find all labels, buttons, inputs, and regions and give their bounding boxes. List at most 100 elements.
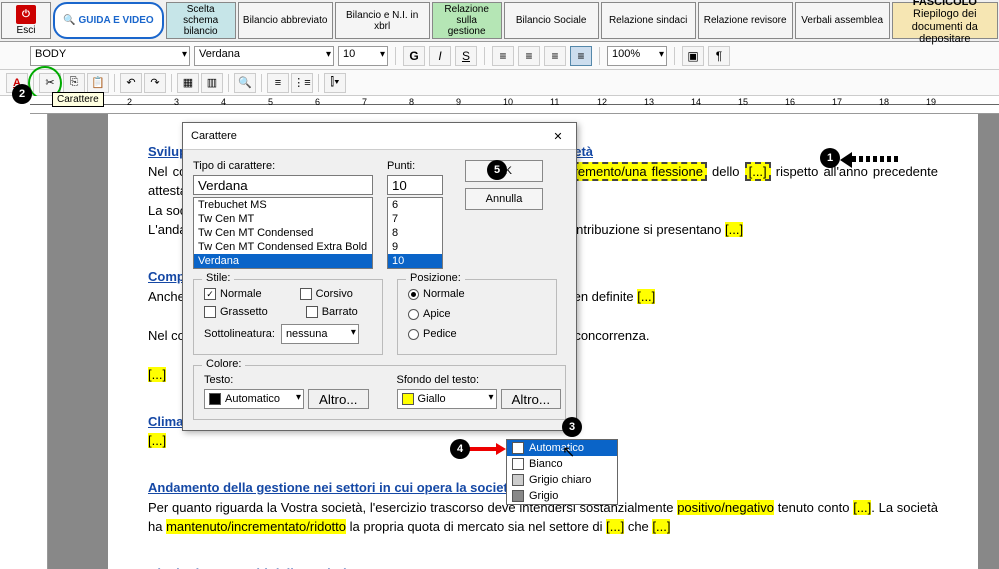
align-right-button[interactable]: ≡: [544, 46, 566, 66]
help-button[interactable]: 🔍 GUIDA E VIDEO: [53, 2, 164, 39]
underline-button[interactable]: S: [455, 46, 477, 66]
fascicolo-button[interactable]: FASCICOLO Riepilogo dei documenti da dep…: [892, 2, 998, 39]
bilancio-xbrl-button[interactable]: Bilancio e N.I. in xbrl: [335, 2, 430, 39]
barrato-checkbox[interactable]: Barrato: [306, 306, 358, 318]
bookmark-button[interactable]: ⫿▾: [324, 73, 346, 93]
corsivo-checkbox[interactable]: Corsivo: [300, 288, 353, 300]
ruler-tick: 6: [315, 97, 320, 107]
step-3-badge: 3: [562, 417, 582, 437]
testo-label: Testo:: [204, 374, 369, 386]
align-center-button[interactable]: ≡: [518, 46, 540, 66]
numbered-list-button[interactable]: ≡: [267, 73, 289, 93]
color-option-grigio[interactable]: Grigio: [507, 488, 617, 504]
font-dropdown[interactable]: Verdana: [194, 46, 334, 66]
ruler-tick: 18: [879, 97, 889, 107]
bullet-list-button[interactable]: ⋮≡: [291, 73, 313, 93]
colore-group-label: Colore:: [202, 358, 245, 370]
dialog-titlebar[interactable]: Carattere ✕: [183, 123, 576, 150]
vertical-ruler[interactable]: [30, 114, 48, 569]
list-item[interactable]: Tw Cen MT: [194, 212, 372, 226]
list-item[interactable]: 8: [388, 226, 442, 240]
find-button[interactable]: 🔍: [234, 73, 256, 93]
list-item[interactable]: 9: [388, 240, 442, 254]
zoom-dropdown[interactable]: 100%: [607, 46, 667, 66]
annulla-button[interactable]: Annulla: [465, 188, 543, 210]
bg-color-dropdown[interactable]: Giallo: [397, 389, 497, 409]
color-option-grigio-chiaro[interactable]: Grigio chiaro: [507, 472, 617, 488]
stile-group-label: Stile:: [202, 272, 234, 284]
horizontal-ruler[interactable]: 1 2 3 4 5 6 7 8 9 10 11 12 13 14 15 16 1…: [30, 96, 999, 114]
pedice-radio[interactable]: Pedice: [408, 328, 546, 340]
bold-button[interactable]: G: [403, 46, 425, 66]
doc-heading: Risultati conseguiti dalla società: [148, 564, 938, 569]
normale-checkbox[interactable]: ✓Normale: [204, 288, 262, 300]
italic-button[interactable]: I: [429, 46, 451, 66]
bilancio-abbreviato-button[interactable]: Bilancio abbreviato: [238, 2, 333, 39]
fascicolo-title: FASCICOLO: [913, 0, 977, 8]
font-type-input[interactable]: [193, 175, 373, 195]
undo-button[interactable]: ↶: [120, 73, 142, 93]
list-item[interactable]: 10: [388, 254, 442, 268]
magnify-icon: 🔍: [63, 15, 75, 26]
align-left-button[interactable]: ≡: [492, 46, 514, 66]
color-option-bianco[interactable]: Bianco: [507, 456, 617, 472]
paste-button[interactable]: 📋: [87, 73, 109, 93]
step-4-badge: 4: [450, 439, 470, 459]
points-label: Punti:: [387, 160, 443, 172]
exit-button[interactable]: ⏻ Esci: [1, 2, 51, 39]
font-listbox[interactable]: Trebuchet MS Tw Cen MT Tw Cen MT Condens…: [193, 197, 373, 269]
bg-color-altro-button[interactable]: Altro...: [501, 389, 562, 409]
bg-color-popup[interactable]: Automatico Bianco Grigio chiaro Grigio: [506, 439, 618, 505]
align-justify-button[interactable]: ≡: [570, 46, 592, 66]
text-color-dropdown[interactable]: Automatico: [204, 389, 304, 409]
layout-button[interactable]: ▣: [682, 46, 704, 66]
icons-bar: A ✂ ⎘ 📋 ↶ ↷ ▦ ▥ 🔍 ≡ ⋮≡ ⫿▾ Carattere: [0, 70, 999, 96]
ruler-tick: 2: [127, 97, 132, 107]
cut-button[interactable]: ✂: [39, 73, 61, 93]
list-item[interactable]: 7: [388, 212, 442, 226]
main-toolbar: ⏻ Esci 🔍 GUIDA E VIDEO Scelta schema bil…: [0, 0, 999, 42]
help-label: GUIDA E VIDEO: [78, 15, 153, 26]
ruler-tick: 4: [221, 97, 226, 107]
ruler-tick: 14: [691, 97, 701, 107]
list-item[interactable]: Tw Cen MT Condensed: [194, 226, 372, 240]
ruler-tick: 17: [832, 97, 842, 107]
font-type-label: Tipo di carattere:: [193, 160, 373, 172]
list-item[interactable]: Verdana: [194, 254, 372, 268]
relazione-gestione-button[interactable]: Relazione sulla gestione: [432, 2, 502, 39]
tutorial-arrow-icon: [468, 444, 506, 454]
copy-button[interactable]: ⎘: [63, 73, 85, 93]
style-dropdown[interactable]: BODY: [30, 46, 190, 66]
grassetto-checkbox[interactable]: Grassetto: [204, 306, 268, 318]
ruler-tick: 12: [597, 97, 607, 107]
ruler-tick: 15: [738, 97, 748, 107]
sottolineatura-dropdown[interactable]: nessuna: [281, 324, 359, 344]
bilancio-sociale-button[interactable]: Bilancio Sociale: [504, 2, 599, 39]
relazione-sindaci-button[interactable]: Relazione sindaci: [601, 2, 696, 39]
normale-radio[interactable]: Normale: [408, 288, 546, 300]
text-color-altro-button[interactable]: Altro...: [308, 389, 369, 409]
posizione-group-label: Posizione:: [406, 272, 465, 284]
fascicolo-subtitle: Riepilogo dei documenti da depositare: [897, 8, 993, 44]
list-item[interactable]: Tw Cen MT Condensed Extra Bold: [194, 240, 372, 254]
table-button[interactable]: ▦: [177, 73, 199, 93]
verbali-button[interactable]: Verbali assemblea: [795, 2, 890, 39]
size-listbox[interactable]: 6 7 8 9 10: [387, 197, 443, 269]
list-item[interactable]: 6: [388, 198, 442, 212]
redo-button[interactable]: ↷: [144, 73, 166, 93]
apice-radio[interactable]: Apice: [408, 308, 546, 320]
paragraph-marks-button[interactable]: ¶: [708, 46, 730, 66]
column-button[interactable]: ▥: [201, 73, 223, 93]
points-input[interactable]: [387, 175, 443, 195]
size-dropdown[interactable]: 10: [338, 46, 388, 66]
relazione-revisore-button[interactable]: Relazione revisore: [698, 2, 793, 39]
scelta-schema-button[interactable]: Scelta schema bilancio: [166, 2, 236, 39]
color-option-automatico[interactable]: Automatico: [507, 440, 617, 456]
ruler-tick: 9: [456, 97, 461, 107]
list-item[interactable]: Trebuchet MS: [194, 198, 372, 212]
ruler-tick: 3: [174, 97, 179, 107]
ruler-tick: 16: [785, 97, 795, 107]
power-icon: ⏻: [16, 5, 36, 24]
close-button[interactable]: ✕: [548, 127, 568, 145]
ruler-tick: 7: [362, 97, 367, 107]
